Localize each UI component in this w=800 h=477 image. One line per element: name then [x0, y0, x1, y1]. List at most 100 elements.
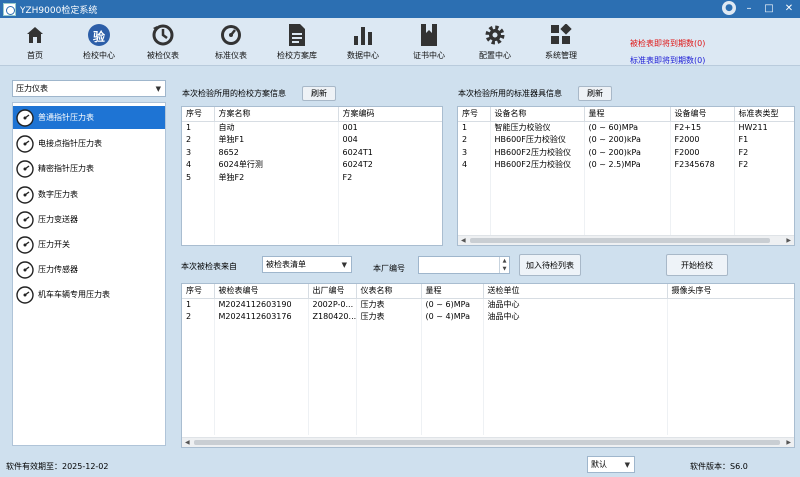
table-row[interactable]: 1 智能压力校验仪 (0 ~ 60)MPa F2+15 HW211 [458, 121, 794, 134]
scroll-right-icon[interactable]: ▶ [786, 237, 791, 244]
toolbar-home[interactable]: 首页 [0, 22, 70, 61]
toolbar-certificate-center[interactable]: 证书中心 [394, 22, 464, 61]
toolbar-label: 检校方案库 [277, 51, 317, 60]
table-cell: 6024T1 [338, 146, 442, 159]
factory-number-label: 本厂编号 [373, 264, 405, 273]
table-cell: 1 [182, 298, 215, 311]
table-row[interactable]: 4 HB600F2压力校验仪 (0 ~ 2.5)MPa F2345678 F2 [458, 158, 794, 171]
standards-horizontal-scrollbar[interactable]: ◀ ▶ [458, 235, 794, 245]
table-cell: HB600F2压力校验仪 [490, 158, 585, 171]
maximize-button[interactable]: □ [762, 1, 776, 15]
plans-refresh-button[interactable]: 刷新 [302, 86, 336, 101]
main-toolbar: 首页 验 检校中心 被检仪表 标准仪表 检校方案库 数据中心 证书中心 配置中心… [0, 18, 800, 66]
assistant-icon[interactable]: ● [722, 1, 736, 15]
scroll-thumb[interactable] [194, 440, 780, 445]
meter-type-item[interactable]: 压力变送器 [13, 208, 165, 231]
certificate-book-icon [421, 24, 437, 46]
standards-header-row: 序号 设备名称 量程 设备编号 标准表类型 [458, 107, 794, 122]
add-to-queue-button[interactable]: 加入待检列表 [519, 254, 581, 276]
factory-number-input[interactable]: ▲ ▼ [418, 256, 510, 274]
table-cell: 1 [458, 121, 491, 134]
table-cell: F1 [734, 133, 794, 146]
table-cell: (0 ~ 2.5)MPa [584, 158, 671, 171]
scroll-thumb[interactable] [470, 238, 770, 243]
toolbar-standard-meters[interactable]: 标准仪表 [196, 22, 266, 61]
number-stepper[interactable]: ▲ ▼ [499, 257, 509, 273]
toolbar-inspected-meters[interactable]: 被检仪表 [128, 22, 198, 61]
column-header[interactable]: 摄像头序号 [667, 284, 794, 299]
table-cell: 4 [458, 158, 491, 171]
toolbar-system-management[interactable]: 系统管理 [526, 22, 596, 61]
toolbar-data-center[interactable]: 数据中心 [328, 22, 398, 61]
column-header[interactable]: 序号 [182, 284, 215, 299]
table-cell: (0 ~ 200)kPa [584, 146, 671, 159]
toolbar-label: 配置中心 [479, 51, 511, 60]
toolbar-verify-center[interactable]: 验 检校中心 [64, 22, 134, 61]
toolbar-label: 证书中心 [413, 51, 445, 60]
chevron-down-icon: ▼ [155, 85, 161, 93]
column-header[interactable]: 方案编码 [338, 107, 442, 122]
column-header[interactable]: 被检表编号 [214, 284, 309, 299]
column-header[interactable]: 标准表类型 [734, 107, 794, 122]
table-cell: F2 [734, 158, 794, 171]
table-row[interactable]: 4 6024单行测 6024T2 [182, 158, 442, 171]
meter-type-item[interactable]: 机车车辆专用压力表 [13, 283, 165, 306]
table-row[interactable]: 2 单独F1 004 [182, 133, 442, 146]
column-header[interactable]: 设备名称 [490, 107, 585, 122]
table-row[interactable]: 2 M2024112603176 Z180420... 压力表 (0 ~ 4)MPa 油品… [182, 310, 794, 323]
table-cell: 单独F1 [214, 133, 339, 146]
toolbar-plan-library[interactable]: 检校方案库 [262, 22, 332, 61]
minimize-button[interactable]: – [742, 1, 756, 15]
column-header[interactable]: 量程 [584, 107, 671, 122]
close-button[interactable]: ✕ [782, 1, 796, 15]
category-select[interactable]: 压力仪表 ▼ [12, 80, 166, 97]
speedometer-icon [221, 25, 241, 45]
start-verification-button[interactable]: 开始检校 [666, 254, 728, 276]
mode-select[interactable]: 默认 ▼ [587, 456, 635, 473]
status-bar: 软件有效期至：2025-12-02 默认 ▼ 软件版本：S6.0 [0, 455, 800, 477]
column-header[interactable]: 量程 [421, 284, 484, 299]
column-header[interactable]: 序号 [458, 107, 491, 122]
inspected-expiry-notice[interactable]: 被检表即将到期数(0) [630, 38, 705, 49]
table-cell: M2024112603176 [214, 310, 309, 323]
standards-refresh-button[interactable]: 刷新 [578, 86, 612, 101]
scroll-right-icon[interactable]: ▶ [786, 439, 791, 446]
toolbar-label: 数据中心 [347, 51, 379, 60]
source-label: 本次被检表来自 [181, 262, 237, 271]
table-cell: F2 [734, 146, 794, 159]
column-header[interactable]: 仪表名称 [356, 284, 422, 299]
table-cell: 自动 [214, 121, 339, 134]
meter-type-item[interactable]: 压力开关 [13, 233, 165, 256]
column-header[interactable]: 设备编号 [670, 107, 735, 122]
table-row[interactable]: 1 M2024112603190 2002P-0... 压力表 (0 ~ 6)MPa 油品… [182, 298, 794, 311]
table-row[interactable]: 3 HB600F2压力校验仪 (0 ~ 200)kPa F2000 F2 [458, 146, 794, 159]
scroll-left-icon[interactable]: ◀ [461, 237, 466, 244]
table-cell: 3 [458, 146, 491, 159]
column-header[interactable]: 出厂编号 [308, 284, 357, 299]
toolbar-config-center[interactable]: 配置中心 [460, 22, 530, 61]
table-cell: 8652 [214, 146, 339, 159]
queue-horizontal-scrollbar[interactable]: ◀ ▶ [182, 437, 794, 447]
gauge-icon [16, 134, 34, 153]
table-row[interactable]: 2 HB600F压力校验仪 (0 ~ 200)kPa F2000 F1 [458, 133, 794, 146]
meter-type-item[interactable]: 电接点指针压力表 [13, 132, 165, 155]
meter-type-item[interactable]: 普通指针压力表 [13, 106, 165, 129]
gear-icon [485, 25, 505, 45]
scroll-left-icon[interactable]: ◀ [185, 439, 190, 446]
standard-expiry-notice[interactable]: 标准表即将到期数(0) [630, 55, 705, 66]
meter-type-item[interactable]: 数字压力表 [13, 183, 165, 206]
column-header[interactable]: 序号 [182, 107, 215, 122]
column-header[interactable]: 送检单位 [483, 284, 668, 299]
meter-type-item[interactable]: 精密指针压力表 [13, 157, 165, 180]
meter-type-item[interactable]: 压力传感器 [13, 258, 165, 281]
column-header[interactable]: 方案名称 [214, 107, 339, 122]
source-select[interactable]: 被检表清单 ▼ [262, 256, 352, 273]
toolbar-label: 系统管理 [545, 51, 577, 60]
table-cell [667, 310, 794, 323]
gauge-icon [16, 210, 34, 229]
table-row[interactable]: 3 8652 6024T1 [182, 146, 442, 159]
table-row[interactable]: 1 自动 001 [182, 121, 442, 134]
table-cell: 6024单行测 [214, 158, 339, 171]
table-row[interactable]: 5 单独F2 F2 [182, 171, 442, 184]
meter-type-label: 精密指针压力表 [38, 164, 94, 173]
